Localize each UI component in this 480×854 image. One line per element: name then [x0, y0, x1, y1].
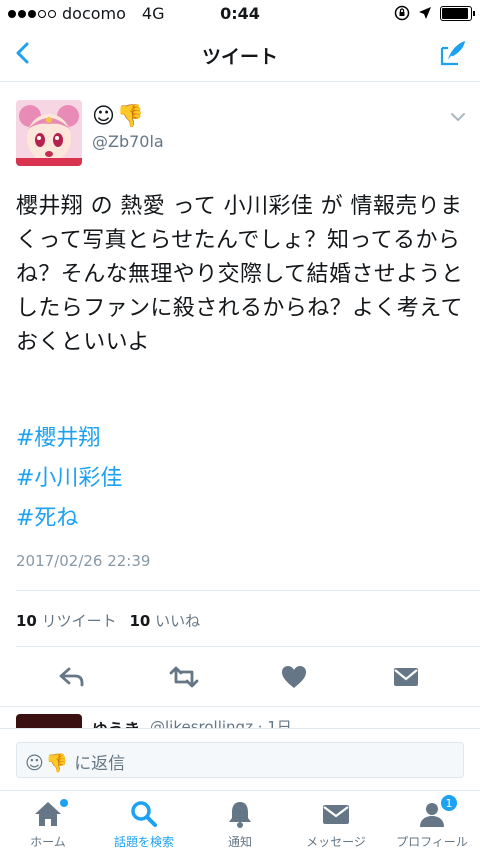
unread-dot: [60, 799, 68, 807]
hashtag-link[interactable]: #死ね: [16, 500, 78, 532]
status-right: [394, 5, 475, 21]
retweet-icon[interactable]: [168, 664, 200, 690]
status-bar: docomo 4G 0:44: [0, 0, 480, 28]
tab-messages[interactable]: メッセージ: [288, 791, 384, 854]
avatar-image: [16, 100, 82, 166]
engagement-stats: 10 リツイート 10 いいね: [16, 610, 200, 631]
tab-search[interactable]: 話題を検索: [96, 791, 192, 854]
reply-bar: ☺👎 に返信: [0, 728, 480, 790]
tweet-text: 櫻井翔 の 熱愛 って 小川彩佳 が 情報売りまくって写真とらせたんでしょ？知っ…: [16, 194, 464, 355]
like-count[interactable]: 10: [129, 612, 150, 630]
divider: [16, 590, 480, 591]
heart-icon[interactable]: [280, 664, 308, 690]
search-icon: [131, 801, 157, 827]
tweet-timestamp: 2017/02/26 22:39: [16, 552, 151, 570]
tab-label: ホーム: [30, 835, 66, 849]
reply-placeholder: に返信: [74, 754, 126, 774]
like-label[interactable]: いいね: [155, 612, 200, 630]
tab-label: プロフィール: [396, 835, 468, 849]
hashtag-link[interactable]: #小川彩佳: [16, 460, 122, 492]
tab-label: 話題を検索: [113, 835, 174, 849]
envelope-icon: [323, 805, 349, 824]
reply-icon[interactable]: [58, 664, 86, 690]
tab-profile[interactable]: 1 プロフィール: [384, 791, 480, 854]
page-title: ツイート: [201, 46, 278, 68]
orientation-lock-icon: [394, 5, 410, 21]
tweet-actions: [0, 656, 480, 696]
notification-badge: 1: [440, 794, 458, 812]
envelope-icon[interactable]: [392, 664, 420, 690]
compose-tweet-icon[interactable]: [438, 38, 468, 68]
user-display-name[interactable]: ☺👎: [92, 104, 146, 129]
next-tweet-preview[interactable]: ゆうき @likesrollingz · 1日: [0, 706, 480, 730]
nav-bar: ツイート: [0, 28, 480, 82]
home-icon: [35, 802, 61, 826]
retweet-count[interactable]: 10: [16, 612, 37, 630]
reply-target-name: ☺👎: [25, 753, 71, 774]
reply-input[interactable]: ☺👎 に返信: [16, 742, 464, 778]
avatar[interactable]: [16, 100, 82, 166]
retweet-label[interactable]: リツイート: [42, 612, 117, 630]
tab-notifications[interactable]: 通知: [192, 791, 288, 854]
location-arrow-icon: [419, 7, 431, 19]
hashtag-link[interactable]: #櫻井翔: [16, 420, 100, 452]
tab-label: メッセージ: [306, 835, 366, 849]
tab-bar: ホーム 話題を検索 通知 メッセージ 1 プロフィール: [0, 790, 480, 854]
bell-icon: [229, 802, 251, 828]
chevron-down-icon[interactable]: [450, 112, 466, 122]
tab-label: 通知: [227, 835, 252, 849]
divider: [16, 646, 480, 647]
user-handle[interactable]: @Zb70la: [92, 132, 164, 151]
battery-icon: [440, 5, 475, 21]
tab-home[interactable]: ホーム: [0, 791, 96, 854]
